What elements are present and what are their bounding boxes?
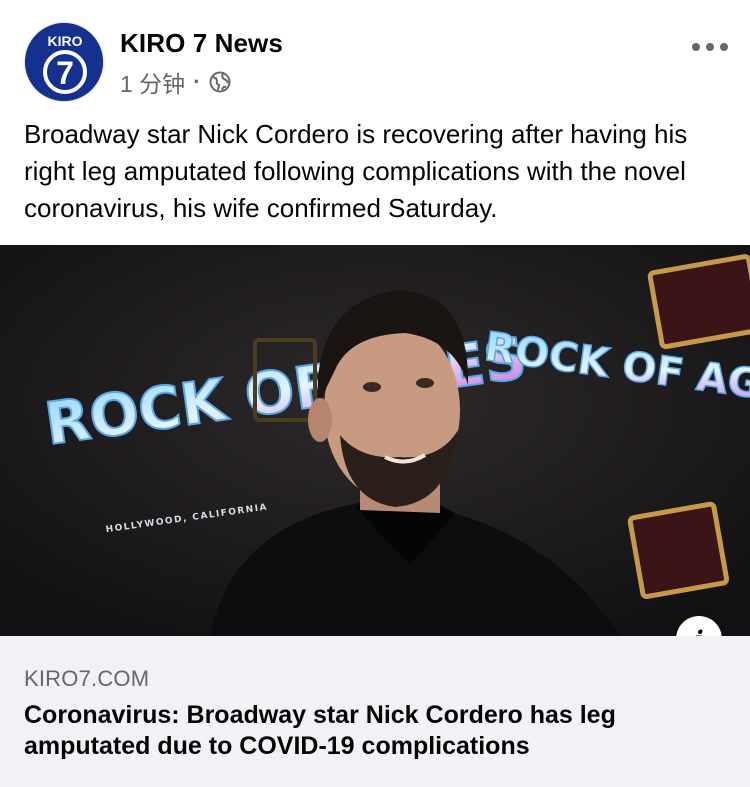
link-preview-footer[interactable]: KIRO7.COM Coronavirus: Broadway star Nic… [0,636,750,787]
more-dot [720,43,728,51]
globe-icon[interactable] [209,71,231,93]
post-meta: 1 分钟 · [120,66,231,98]
more-dot [706,43,714,51]
link-domain: KIRO7.COM [24,666,150,691]
page-name-link[interactable]: KIRO 7 News [120,28,283,59]
link-title[interactable]: Coronavirus: Broadway star Nick Cordero … [24,700,724,762]
feed-post: KIRO 7 KIRO 7 News 1 分钟 · Broadway star … [0,0,750,787]
page-avatar[interactable]: KIRO 7 [24,22,104,102]
more-options-icon[interactable] [688,34,732,60]
post-header: KIRO 7 KIRO 7 News 1 分钟 · [0,0,750,110]
link-preview-image[interactable]: ROCK OF AGES HOLLYWOOD, CALIFORNIA ROCK … [0,245,750,636]
avatar-brand-text: KIRO [48,33,83,49]
post-timestamp[interactable]: 1 分钟 [120,65,185,99]
more-dot [692,43,700,51]
post-message: Broadway star Nick Cordero is recovering… [24,119,688,223]
avatar-number: 7 [56,55,74,91]
meta-separator: · [193,69,201,94]
